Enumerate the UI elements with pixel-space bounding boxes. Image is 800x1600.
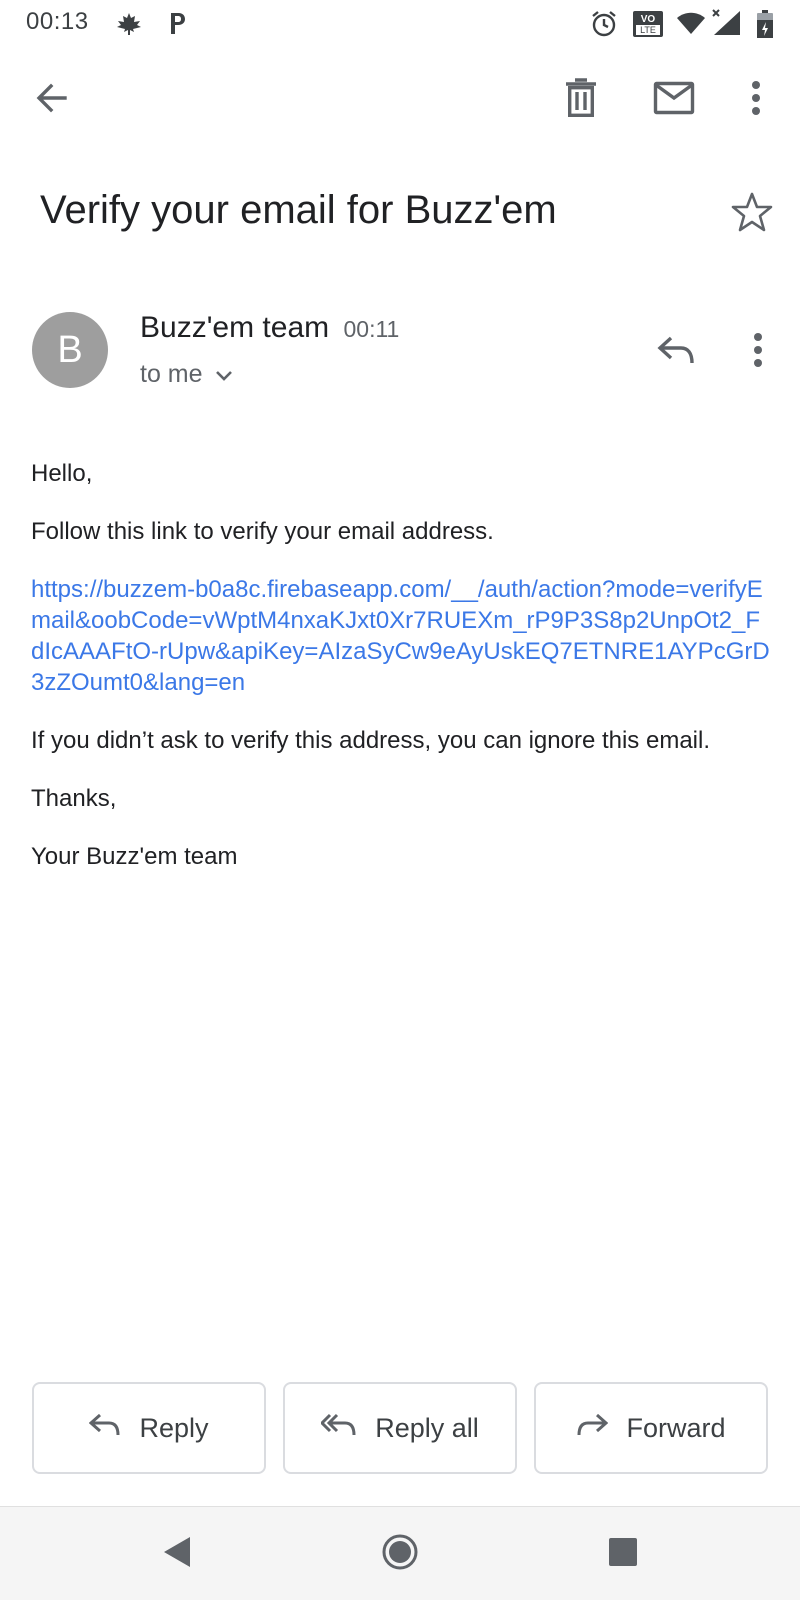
reply-label: Reply [139,1412,209,1443]
sender-avatar[interactable]: B [32,312,108,388]
parking-icon [166,10,188,41]
triangle-back-icon [162,1535,192,1574]
reply-button[interactable]: Reply [32,1382,266,1474]
body-ignore-note: If you didn’t ask to verify this address… [31,727,710,754]
sender-name: Buzz'em team [140,311,330,344]
nav-back-button[interactable] [152,1529,202,1579]
wifi-icon [676,12,706,41]
status-time: 00:13 [26,8,89,35]
more-options-button[interactable] [728,72,784,128]
body-greeting: Hello, [31,460,93,487]
sender-line: Buzz'em team 00:11 [140,311,399,345]
delete-button[interactable] [553,72,609,128]
volte-icon: VO LTE [632,10,664,43]
status-bar: 00:13 VO LTE [0,0,800,48]
body-signature: Your Buzz'em team [31,843,238,870]
forward-icon [576,1413,626,1444]
body-thanks: Thanks, [31,785,117,812]
mail-icon [653,81,695,120]
maple-leaf-icon [116,12,142,41]
more-vertical-icon [752,332,764,372]
reply-all-icon [320,1413,375,1444]
message-actions: Reply Reply all Forward [32,1382,768,1474]
alarm-icon [590,10,618,43]
message-toolbar [0,60,800,140]
trash-icon [564,77,598,123]
signal-icon [710,8,744,41]
email-body: Hello, Follow this link to verify your e… [31,458,771,899]
more-vertical-icon [750,80,762,120]
arrow-left-icon [34,80,70,121]
forward-label: Forward [626,1412,726,1443]
email-subject: Verify your email for Buzz'em [40,188,557,232]
reply-icon [89,1413,139,1444]
volte-label-top: VO [641,14,656,25]
circle-home-icon [381,1533,419,1576]
nav-recents-button[interactable] [598,1529,648,1579]
star-button[interactable] [730,190,774,234]
reply-all-label: Reply all [375,1412,479,1443]
verification-link[interactable]: https://buzzem-b0a8c.firebaseapp.com/__/… [31,574,771,698]
volte-label-bottom: LTE [640,25,656,35]
battery-charging-icon [756,10,774,43]
forward-button[interactable]: Forward [534,1382,768,1474]
recipient-label: to me [140,360,203,388]
square-recents-icon [608,1537,638,1572]
system-navigation-bar [0,1506,800,1600]
back-button[interactable] [24,72,80,128]
message-more-button[interactable] [730,324,786,380]
mark-unread-button[interactable] [646,72,702,128]
reply-all-button[interactable]: Reply all [283,1382,517,1474]
nav-home-button[interactable] [375,1529,425,1579]
star-outline-icon [730,192,774,238]
chevron-down-icon [203,360,233,389]
sent-time: 00:11 [343,316,400,342]
quick-reply-button[interactable] [648,324,704,380]
body-instruction: Follow this link to verify your email ad… [31,518,494,545]
reply-icon [657,335,695,370]
recipient-details-toggle[interactable]: to me [140,360,233,389]
